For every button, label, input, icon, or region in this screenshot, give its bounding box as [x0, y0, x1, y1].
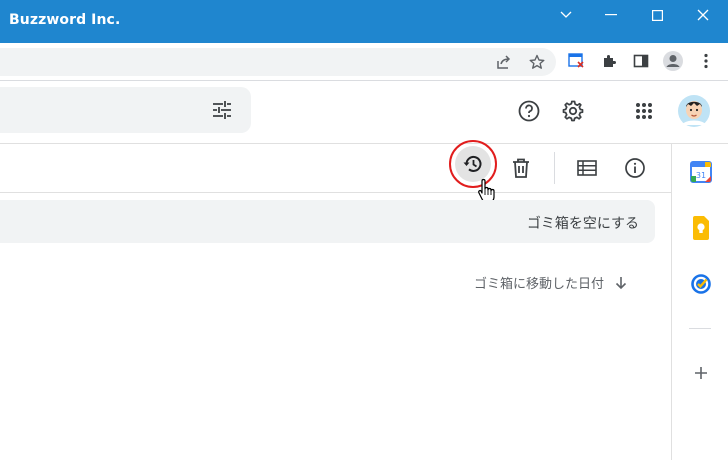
arrow-down-icon [615, 276, 627, 289]
window-title: Buzzword Inc. [9, 12, 121, 28]
history-restore-icon [463, 155, 482, 172]
trash-icon [513, 158, 529, 178]
minimize-button[interactable] [588, 0, 634, 30]
settings-gear-icon[interactable] [561, 99, 585, 123]
maximize-button[interactable] [634, 0, 680, 30]
window-titlebar: Buzzword Inc. [0, 0, 728, 43]
divider [554, 152, 555, 184]
empty-trash-button[interactable]: ゴミ箱を空にする [527, 213, 639, 233]
side-panel: 31 [671, 144, 728, 460]
tasks-icon[interactable] [687, 270, 715, 298]
browser-toolbar [0, 43, 728, 81]
sort-label[interactable]: ゴミ箱に移動した日付 [474, 273, 604, 292]
extension-page-icon[interactable] [564, 49, 588, 73]
delete-forever-button[interactable] [503, 150, 539, 186]
search-bar[interactable] [0, 87, 251, 133]
details-info-button[interactable] [617, 150, 653, 186]
info-icon [625, 158, 645, 178]
address-bar[interactable] [0, 48, 556, 76]
apps-grid-icon[interactable] [634, 101, 654, 121]
search-options-icon[interactable] [211, 100, 233, 120]
keep-icon[interactable] [687, 214, 715, 242]
app-header [0, 81, 728, 144]
account-avatar[interactable] [677, 94, 711, 128]
profile-avatar-icon[interactable] [661, 49, 685, 73]
help-icon[interactable] [517, 99, 541, 123]
action-bar [0, 140, 671, 203]
list-view-icon [577, 160, 597, 176]
share-icon[interactable] [492, 50, 516, 74]
restore-button[interactable] [455, 146, 491, 182]
side-panel-icon[interactable] [629, 49, 653, 73]
bookmark-star-icon[interactable] [525, 50, 549, 74]
extensions-puzzle-icon[interactable] [597, 49, 621, 73]
trash-banner: ゴミ箱を空にする [0, 200, 655, 243]
svg-text:31: 31 [696, 171, 706, 180]
side-panel-divider [689, 328, 711, 329]
chevron-down-icon[interactable] [543, 0, 589, 30]
close-button[interactable] [680, 0, 726, 30]
add-icon[interactable] [687, 359, 715, 387]
browser-menu-icon[interactable] [694, 49, 718, 73]
calendar-icon[interactable]: 31 [687, 158, 715, 186]
sort-control[interactable]: ゴミ箱に移動した日付 [474, 273, 628, 292]
list-view-button[interactable] [569, 150, 605, 186]
